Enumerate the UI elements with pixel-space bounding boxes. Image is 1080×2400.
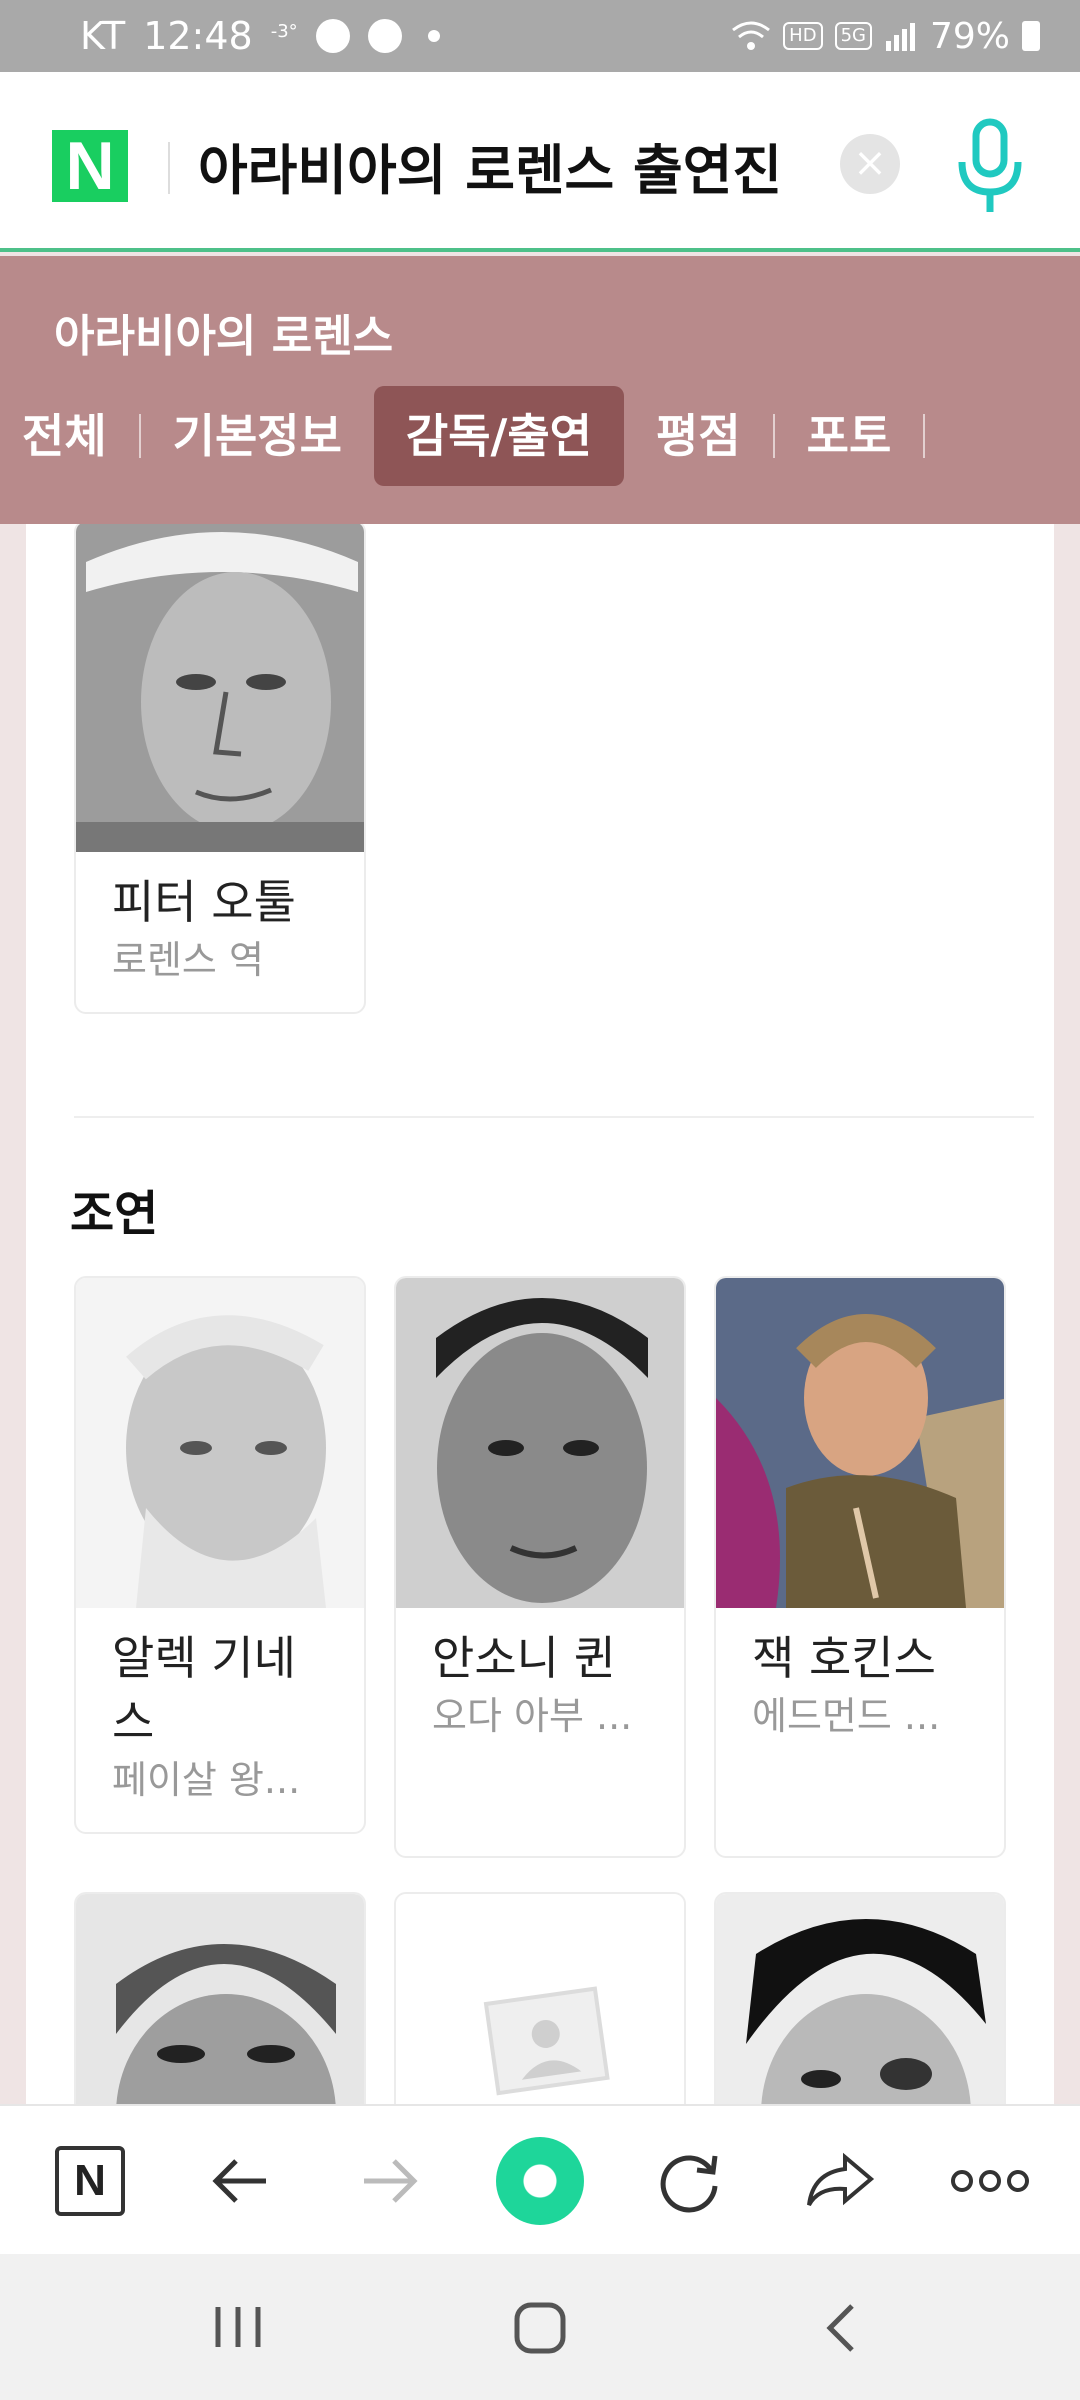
browser-toolbar: N <box>0 2104 1080 2254</box>
tab-bar: 전체 기본정보 감독/출연 평점 포토 <box>0 386 1080 486</box>
supporting-cast-card[interactable] <box>74 1892 366 2104</box>
search-input[interactable]: 아라비아의 로렌스 출연진 <box>198 126 818 205</box>
tab-basic-info[interactable]: 기본정보 <box>141 386 374 486</box>
supporting-cast-card[interactable]: 알렉 기네스 페이살 왕... <box>74 1276 366 1834</box>
microphone-icon[interactable] <box>950 116 1030 216</box>
clear-icon[interactable]: × <box>840 134 900 194</box>
forward-arrow-icon <box>364 2159 418 2203</box>
network-badge: 5G <box>834 22 872 50</box>
signal-icon <box>885 23 915 51</box>
tab-cast[interactable]: 감독/출연 <box>373 386 625 486</box>
supporting-cast-card[interactable]: 잭 호킨스 에드먼드 ... <box>714 1276 1006 1858</box>
actor-name: 안소니 퀸 <box>432 1631 616 1685</box>
battery-icon <box>1022 21 1040 51</box>
clock: 12:48 <box>143 14 253 58</box>
wifi-icon <box>732 21 771 50</box>
divider <box>168 142 170 194</box>
recent-apps-icon[interactable] <box>210 2302 266 2352</box>
actor-role: 로렌스 역 <box>112 938 264 982</box>
cast-content: 피터 오툴 로렌스 역 조연 알렉 기네스 페이살 왕... 안소니 퀸 오다 … <box>26 524 1054 2104</box>
share-button[interactable] <box>780 2106 900 2256</box>
supporting-cast-card[interactable] <box>394 1892 686 2104</box>
notification-dot-icon <box>427 30 440 42</box>
lead-cast-card[interactable]: 피터 오툴 로렌스 역 <box>74 524 366 1014</box>
share-icon <box>807 2152 875 2207</box>
actor-role: 페이살 왕... <box>112 1758 301 1802</box>
more-button[interactable] <box>930 2106 1050 2256</box>
battery-percent: 79% <box>929 15 1010 57</box>
actor-name: 알렉 기네스 <box>112 1631 296 1749</box>
actor-photo <box>716 1894 1004 2104</box>
actor-photo <box>76 524 364 852</box>
home-button[interactable]: N <box>30 2106 150 2256</box>
placeholder-photo-icon <box>396 1894 684 2104</box>
back-button[interactable] <box>180 2106 300 2256</box>
green-dot-button[interactable] <box>480 2106 600 2256</box>
search-bar: N 아라비아의 로렌스 출연진 × <box>0 72 1080 252</box>
actor-photo <box>396 1278 684 1608</box>
supporting-cast-card[interactable] <box>714 1892 1006 2104</box>
naver-home-icon: N <box>55 2146 125 2216</box>
account-icon <box>367 19 402 53</box>
tab-divider <box>923 414 926 458</box>
system-back-icon[interactable] <box>820 2300 860 2356</box>
refresh-button[interactable] <box>630 2106 750 2256</box>
movie-title[interactable]: 아라비아의 로렌스 <box>54 300 393 364</box>
actor-name: 잭 호킨스 <box>752 1631 936 1685</box>
system-nav-bar <box>0 2254 1080 2400</box>
tab-all[interactable]: 전체 <box>0 386 139 486</box>
section-divider <box>74 1116 1034 1118</box>
section-title-supporting: 조연 <box>70 1186 159 1242</box>
actor-photo <box>76 1894 364 2104</box>
tab-rating[interactable]: 평점 <box>624 386 773 486</box>
actor-role: 에드먼드 ... <box>752 1694 941 1738</box>
hd-badge: HD <box>783 22 823 50</box>
home-icon[interactable] <box>512 2300 568 2356</box>
movie-header: 아라비아의 로렌스 전체 기본정보 감독/출연 평점 포토 <box>0 256 1080 524</box>
actor-role: 오다 아부 ... <box>432 1694 633 1738</box>
temperature: -3° <box>270 20 298 42</box>
face-icon <box>315 19 350 53</box>
naver-logo[interactable]: N <box>52 130 128 202</box>
supporting-cast-card[interactable]: 안소니 퀸 오다 아부 ... <box>394 1276 686 1858</box>
actor-photo <box>716 1278 1004 1608</box>
forward-button[interactable] <box>330 2106 450 2256</box>
tab-photo[interactable]: 포토 <box>775 386 924 486</box>
refresh-icon <box>660 2155 718 2213</box>
actor-name: 피터 오툴 <box>112 875 296 929</box>
carrier-label: KT <box>80 14 126 58</box>
status-bar: KT 12:48 -3° HD 5G 79% <box>0 0 1080 72</box>
back-arrow-icon <box>212 2159 266 2203</box>
actor-photo <box>76 1278 364 1608</box>
green-dot-icon <box>496 2137 584 2225</box>
more-icon <box>951 2170 1029 2192</box>
